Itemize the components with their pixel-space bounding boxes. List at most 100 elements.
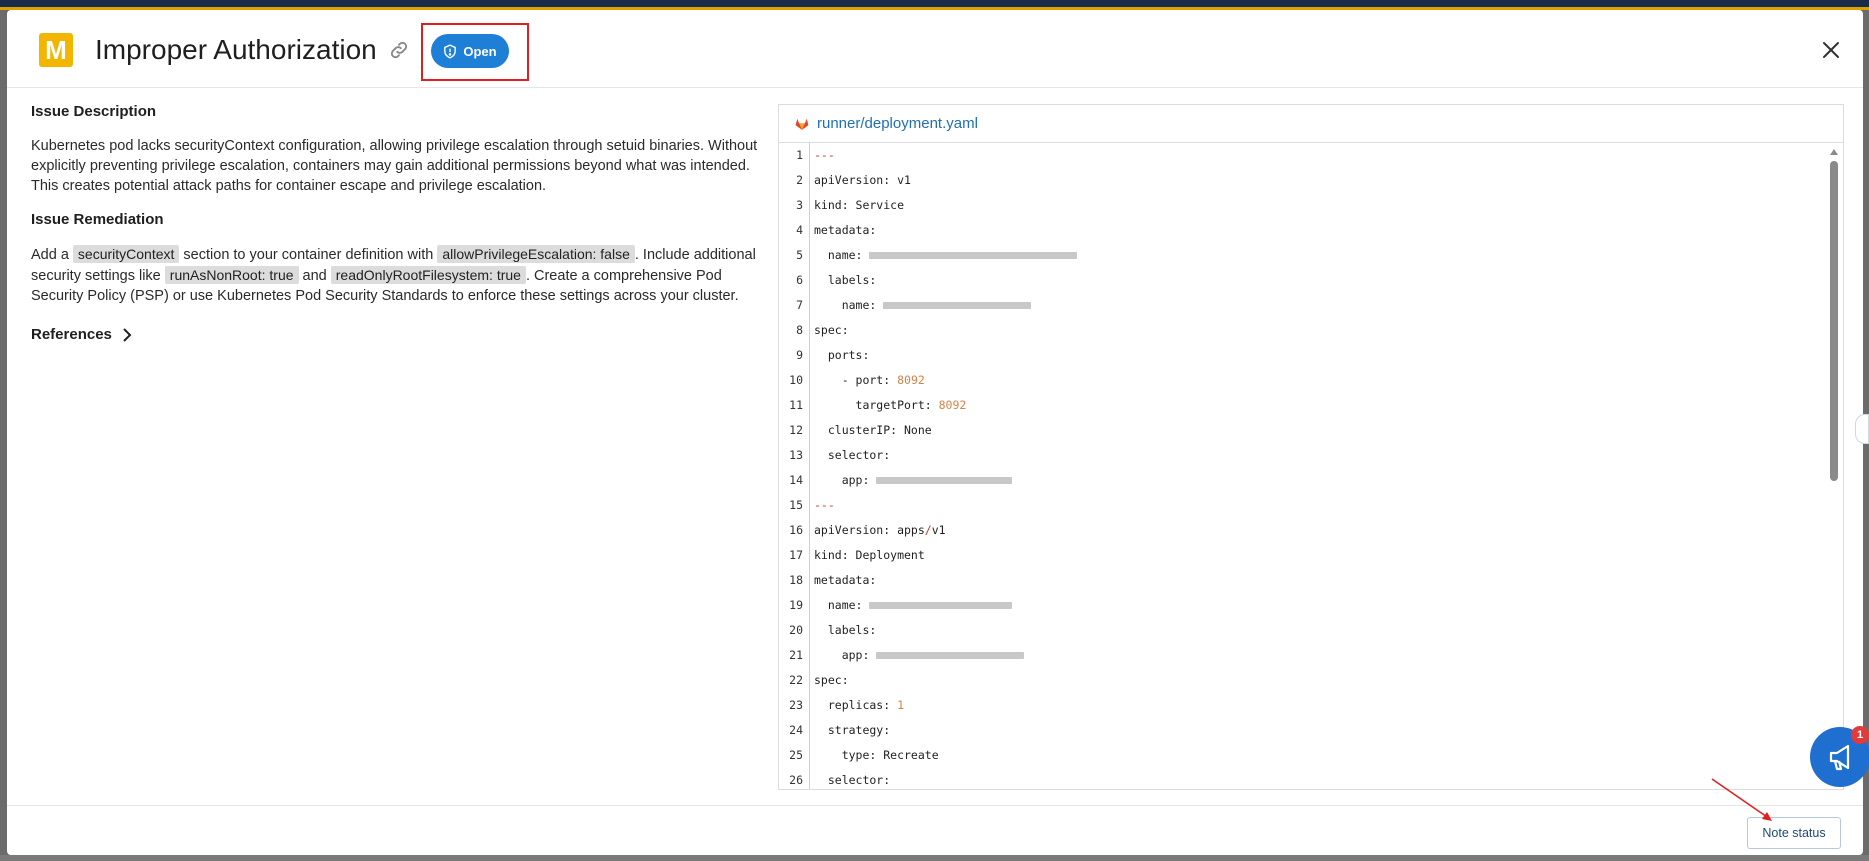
chevron-right-icon: [123, 327, 132, 342]
code-token: clusterIP: None: [814, 423, 932, 437]
code-chip: readOnlyRootFilesystem: true: [330, 266, 526, 284]
close-icon[interactable]: [1819, 38, 1843, 62]
code-line: 23 replicas: 1: [779, 693, 1809, 718]
code-token: ---: [814, 498, 835, 512]
code-text: metadata:: [814, 568, 876, 593]
gitlab-icon: [795, 118, 809, 130]
notification-count-badge: 1: [1851, 726, 1869, 744]
line-number: 26: [789, 773, 803, 787]
code-scrollbar[interactable]: [1829, 149, 1839, 789]
line-number: 14: [789, 473, 803, 487]
code-token: kind: Service: [814, 198, 905, 212]
remediation-text: Add a securityContext section to your co…: [31, 244, 766, 306]
code-token: - port:: [814, 373, 898, 387]
line-number: 23: [789, 698, 803, 712]
code-line: 22 spec:: [779, 668, 1809, 693]
code-line: 2 apiVersion: v1: [779, 168, 1809, 193]
code-line: 11 targetPort: 8092: [779, 393, 1809, 418]
code-line: 12 clusterIP: None: [779, 418, 1809, 443]
code-text: clusterIP: None: [814, 418, 932, 443]
code-line: 1 ---: [779, 143, 1809, 168]
code-token: metadata:: [814, 223, 877, 237]
code-line: 16 apiVersion: apps/v1: [779, 518, 1809, 543]
code-token: name:: [814, 598, 870, 612]
code-text: labels:: [814, 268, 876, 293]
code-token: strategy:: [814, 723, 891, 737]
code-text: replicas: 1: [814, 693, 904, 718]
link-icon[interactable]: [388, 39, 410, 61]
side-panel-tab[interactable]: [1855, 414, 1869, 444]
code-token: type: Recreate: [814, 748, 939, 762]
line-number: 24: [789, 723, 803, 737]
redacted-value: [869, 252, 1078, 259]
code-token: kind: Deployment: [814, 548, 925, 562]
code-line: 9 ports:: [779, 343, 1809, 368]
note-status-button[interactable]: Note status: [1747, 817, 1841, 849]
line-number: 6: [796, 273, 803, 287]
code-token: ---: [814, 148, 835, 162]
code-token: name:: [814, 298, 884, 312]
code-chip: runAsNonRoot: true: [164, 266, 299, 284]
code-chip: securityContext: [72, 245, 180, 263]
code-line: 7 name:: [779, 293, 1809, 318]
remediation-text-part: and: [298, 268, 331, 284]
code-text: labels:: [814, 618, 876, 643]
line-number: 2: [796, 173, 803, 187]
references-label: References: [31, 326, 112, 343]
code-text: spec:: [814, 668, 849, 693]
line-number: 18: [789, 573, 803, 587]
code-viewer: runner/deployment.yaml 1 --- 2 apiVersion: …: [778, 104, 1844, 790]
code-body: 1 --- 2 apiVersion: v1 3 kind: Service 4 metada…: [779, 143, 1843, 789]
redacted-value: [876, 477, 1013, 484]
code-text: kind: Deployment: [814, 543, 925, 568]
code-token: metadata:: [814, 573, 877, 587]
code-text: name:: [814, 593, 1013, 618]
code-text: - port: 8092: [814, 368, 925, 393]
code-text: app:: [814, 643, 1025, 668]
shield-icon: [444, 43, 457, 59]
code-line: 24 strategy:: [779, 718, 1809, 743]
status-button[interactable]: Open: [431, 34, 509, 68]
status-label: Open: [463, 43, 497, 59]
code-line: 14 app:: [779, 468, 1809, 493]
code-chip: allowPrivilegeEscalation: false: [437, 245, 635, 263]
issue-detail-modal: M Improper Authorization Open Issue Desc…: [7, 10, 1863, 855]
code-text: spec:: [814, 318, 849, 343]
code-text: ---: [814, 493, 835, 518]
redacted-value: [869, 602, 1013, 609]
code-text: metadata:: [814, 218, 876, 243]
code-line: 20 labels:: [779, 618, 1809, 643]
code-token: replicas:: [814, 698, 898, 712]
line-number: 19: [789, 598, 803, 612]
code-text: targetPort: 8092: [814, 393, 967, 418]
code-token: selector:: [814, 773, 891, 787]
code-number-token: 8092: [897, 373, 925, 387]
code-token: ports:: [814, 348, 870, 362]
background-app-topbar: [0, 0, 1869, 10]
code-token: spec:: [814, 323, 849, 337]
code-line: 19 name:: [779, 593, 1809, 618]
background-app-bottom: [0, 855, 1869, 861]
code-line: 8 spec:: [779, 318, 1809, 343]
scrollbar-thumb[interactable]: [1830, 161, 1838, 481]
references-toggle[interactable]: References: [31, 326, 766, 343]
code-line: 26 selector:: [779, 768, 1809, 789]
line-number: 7: [796, 298, 803, 312]
code-text: selector:: [814, 768, 890, 789]
code-text: strategy:: [814, 718, 890, 743]
scroll-up-arrow[interactable]: [1830, 149, 1838, 155]
code-token: targetPort:: [814, 398, 939, 412]
code-number-token: 8092: [938, 398, 967, 412]
line-number: 16: [789, 523, 803, 537]
code-text: app:: [814, 468, 1013, 493]
line-number: 20: [789, 623, 803, 637]
code-text: ---: [814, 143, 835, 168]
line-number: 11: [789, 398, 803, 412]
remediation-heading: Issue Remediation: [31, 211, 164, 228]
description-text: Kubernetes pod lacks securityContext con…: [31, 138, 758, 194]
code-text: apiVersion: v1: [814, 168, 911, 193]
code-line: 15 ---: [779, 493, 1809, 518]
description-heading: Issue Description: [31, 103, 157, 120]
file-path-link[interactable]: runner/deployment.yaml: [817, 115, 978, 132]
code-token: apiVersion: apps/v1: [814, 523, 946, 537]
